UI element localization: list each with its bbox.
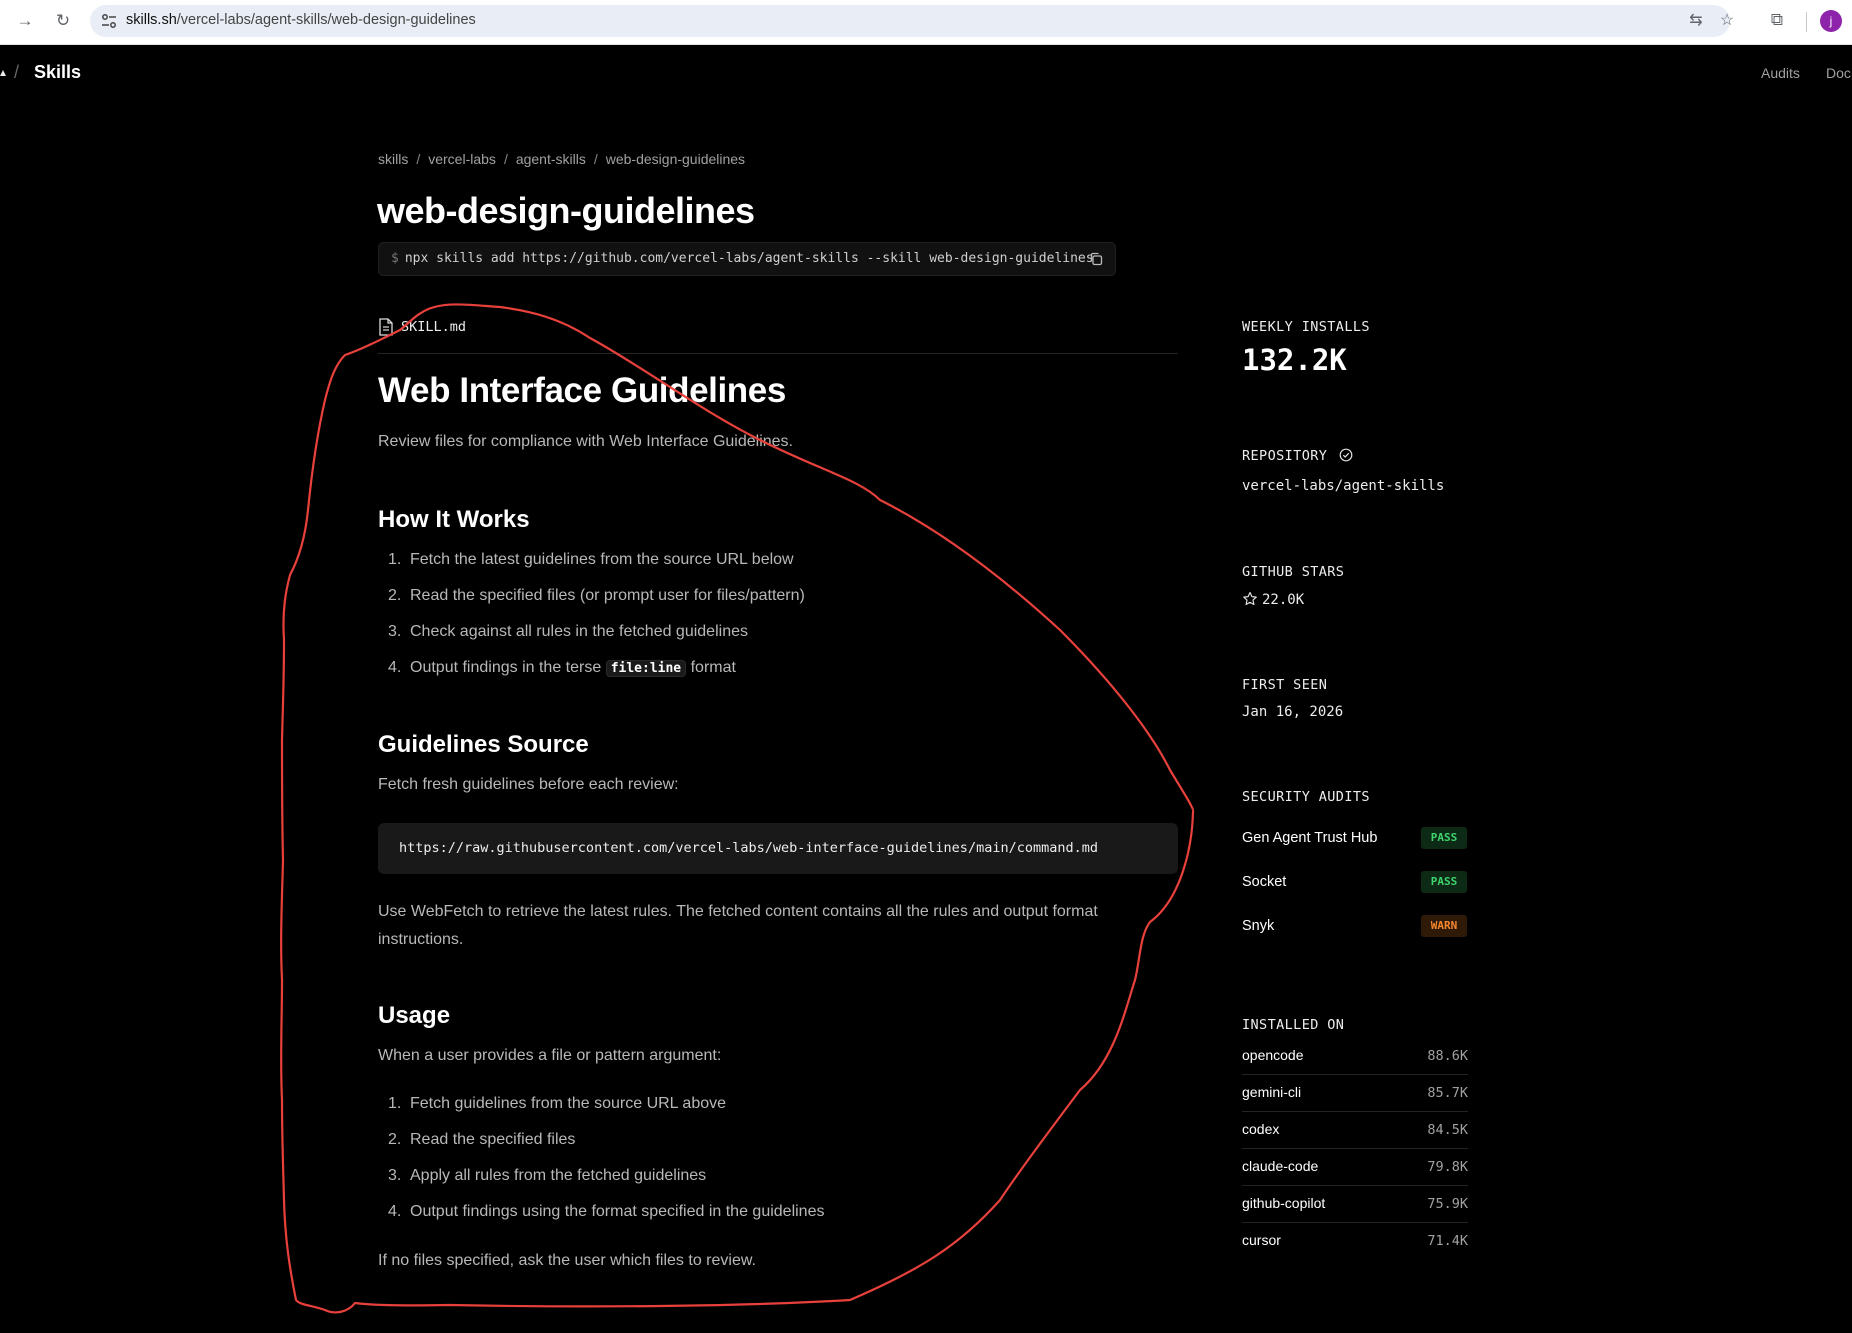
verified-icon [1339,448,1353,462]
reload-icon[interactable]: ↻ [50,8,76,34]
page-title: web-design-guidelines [377,190,755,231]
intro-text: Review files for compliance with Web Int… [378,433,793,450]
breadcrumb-skill[interactable]: web-design-guidelines [606,151,745,167]
url-path: /vercel-labs/agent-skills/web-design-gui… [176,12,476,28]
guidelines-source-heading: Guidelines Source [378,731,589,758]
installed-on-row: cursor 71.4K [1242,1232,1468,1249]
audit-socket[interactable]: Socket [1242,874,1286,890]
file-divider [378,353,1178,354]
profile-avatar[interactable]: j [1820,10,1842,32]
breadcrumb-skills[interactable]: skills [378,151,408,167]
usage-footer: If no files specified, ask the user whic… [378,1252,756,1269]
extensions-icon[interactable]: ⧉ [1766,10,1788,32]
breadcrumb-repo[interactable]: agent-skills [516,151,586,167]
source-note-line2: instructions. [378,931,464,948]
header-title[interactable]: Skills [34,62,81,83]
how-it-works-heading: How It Works [378,506,530,533]
list-item: 4. Output findings in the terse file:line… [388,659,736,677]
first-seen-value: Jan 16, 2026 [1242,704,1344,720]
github-stars: 22.0K [1242,591,1304,608]
repository-label: REPOSITORY [1242,448,1353,464]
site-settings-icon[interactable] [100,12,118,30]
nav-link-docs[interactable]: Doc [1826,65,1851,81]
document-icon [379,318,393,336]
first-seen-label: FIRST SEEN [1242,677,1328,693]
installed-on-row: gemini-cli 85.7K [1242,1075,1468,1112]
list-item: 2. Read the specified files (or prompt us… [388,587,805,604]
installed-on-row: claude-code 79.8K [1242,1149,1468,1186]
star-icon [1243,591,1257,606]
header-separator: / [14,62,20,82]
list-item: 1. Fetch guidelines from the source URL a… [388,1095,727,1112]
vercel-logo-icon[interactable] [0,70,6,76]
nav-link-audits[interactable]: Audits [1761,65,1800,81]
list-item: 4. Output findings using the format speci… [388,1203,825,1220]
source-note-line1: Use WebFetch to retrieve the latest rule… [378,903,1098,920]
status-badge: PASS [1421,827,1467,849]
file-name: SKILL.md [401,319,467,335]
usage-text: When a user provides a file or pattern a… [378,1047,722,1064]
usage-heading: Usage [378,1002,451,1029]
security-audits-label: SECURITY AUDITS [1242,789,1370,805]
audit-snyk[interactable]: Snyk [1242,918,1274,934]
installed-on-row: github-copilot 75.9K [1242,1186,1468,1223]
install-command[interactable]: $ npx skills add https://github.com/verce… [378,242,1116,276]
command-prompt: $ [391,251,399,266]
forward-icon[interactable]: → [12,8,38,34]
installed-on-row: opencode 88.6K [1242,1038,1468,1075]
toolbar-divider [1806,12,1807,32]
browser-toolbar: → ↻ skills.sh/vercel-labs/agent-skills/w… [0,0,1852,45]
audit-gen-agent-trust-hub[interactable]: Gen Agent Trust Hub [1242,830,1377,846]
content-heading: Web Interface Guidelines [378,371,786,410]
repository-link[interactable]: vercel-labs/agent-skills [1242,478,1444,494]
list-item: 1. Fetch the latest guidelines from the s… [388,551,794,568]
command-text: npx skills add https://github.com/vercel… [404,251,1094,266]
copy-icon[interactable] [1089,252,1103,266]
list-item: 2. Read the specified files [388,1131,576,1148]
translate-icon[interactable]: ⇆ [1686,11,1706,31]
annotation-outline [280,303,1195,1314]
installed-on-row: codex 84.5K [1242,1112,1468,1149]
breadcrumb-owner[interactable]: vercel-labs [428,151,496,167]
github-stars-label: GITHUB STARS [1242,564,1345,580]
status-badge: PASS [1421,871,1467,893]
breadcrumb: skills / vercel-labs / agent-skills / web-desi… [378,151,746,167]
list-item: 3. Check against all rules in the fetched… [388,623,748,640]
inline-code: file:line [605,660,687,677]
address-bar[interactable]: skills.sh/vercel-labs/agent-skills/web-d… [90,5,1734,37]
bookmark-star-icon[interactable]: ☆ [1717,11,1737,31]
status-badge: WARN [1421,915,1467,937]
weekly-installs-label: WEEKLY INSTALLS [1242,319,1370,335]
list-item: 3. Apply all rules from the fetched guide… [388,1167,707,1184]
source-url-codeblock[interactable]: https://raw.githubusercontent.com/vercel… [378,823,1178,874]
source-text: Fetch fresh guidelines before each revie… [378,776,679,793]
site-header: / Skills Audits Doc [0,46,1852,98]
weekly-installs-value: 132.2K [1242,343,1347,377]
url-text: skills.sh/vercel-labs/agent-skills/web-d… [126,12,476,28]
installed-on-label: INSTALLED ON [1242,1017,1345,1033]
url-host: skills.sh [126,12,177,28]
